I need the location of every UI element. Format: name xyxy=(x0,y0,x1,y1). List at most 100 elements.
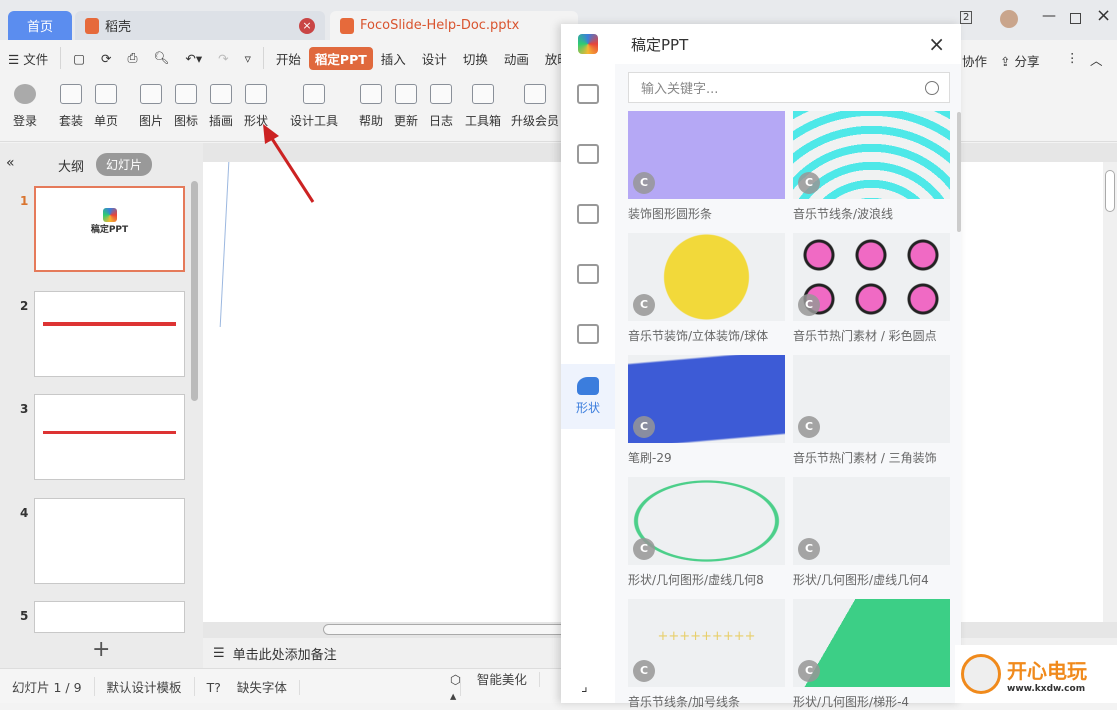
shape-preview[interactable]: C xyxy=(793,477,950,565)
tab-home[interactable]: 首页 xyxy=(8,11,72,40)
shape-label: 音乐节装饰/立体装饰/球体 xyxy=(628,327,785,344)
menu-gaoding[interactable]: 稻定PPT xyxy=(309,47,373,70)
close-panel-icon[interactable]: × xyxy=(928,32,945,56)
shape-card[interactable]: C 装饰图形圆形条 xyxy=(628,111,785,222)
shape-card[interactable]: C音乐节热门素材 / 彩色圆点 xyxy=(793,233,950,344)
shape-preview[interactable]: C xyxy=(628,355,785,443)
illustration-category-icon[interactable] xyxy=(577,324,599,344)
icon-button[interactable]: 图标 xyxy=(168,82,204,129)
shape-card[interactable]: C 形状/几何图形/虚线几何4 xyxy=(793,477,950,588)
image-category-icon[interactable] xyxy=(577,204,599,224)
slide-panel-scrollbar[interactable] xyxy=(191,181,198,401)
tab-outline[interactable]: 大纲 xyxy=(58,156,84,175)
shape-label: 形状/几何图形/虚线几何4 xyxy=(793,571,950,588)
shape-preview[interactable]: +++++++++C xyxy=(628,599,785,687)
scroll-thumb[interactable] xyxy=(1105,170,1115,212)
shape-preview[interactable]: C xyxy=(793,111,950,199)
export-icon[interactable]: ⟳ xyxy=(93,51,119,66)
illustration-button[interactable]: 插画 xyxy=(203,82,239,129)
shape-card[interactable]: C 音乐节装饰/立体装饰/球体 xyxy=(628,233,785,344)
panel-scrollbar[interactable] xyxy=(957,112,961,232)
tab-document[interactable]: FocoSlide-Help-Doc.pptx xyxy=(330,11,578,40)
avatar[interactable] xyxy=(1000,10,1018,28)
shape-card[interactable]: C形状/几何图形/虚线几何8 xyxy=(628,477,785,588)
menu-transition[interactable]: 切换 xyxy=(455,49,496,68)
beautify-button[interactable]: ⬡ 智能美化 ▴ xyxy=(438,669,557,703)
menu-insert[interactable]: 插入 xyxy=(373,49,414,68)
tab-slides[interactable]: 幻灯片 xyxy=(96,153,152,176)
more-icon[interactable]: ▿ xyxy=(237,51,259,66)
slide-thumbnail-2[interactable] xyxy=(34,291,185,377)
tool-label: 日志 xyxy=(429,114,453,128)
print-icon[interactable]: ⎙ xyxy=(120,50,146,66)
slide-number: 5 xyxy=(20,609,28,623)
file-menu[interactable]: ☰ 文件 xyxy=(0,49,56,68)
tool-label: 插画 xyxy=(209,114,233,128)
maximize-icon[interactable] xyxy=(1070,13,1081,24)
update-button[interactable]: 更新 xyxy=(388,82,424,129)
shape-category-icon xyxy=(577,377,599,395)
preview-icon[interactable]: 🔍︎ xyxy=(146,50,178,66)
watermark-brand: 开心电玩 xyxy=(1007,655,1087,684)
more-options-icon[interactable]: ⋮ xyxy=(1066,50,1079,65)
gaoding-logo-icon xyxy=(578,34,598,54)
copyright-badge: C xyxy=(633,660,655,682)
window-count-badge[interactable]: 2 xyxy=(960,11,972,24)
close-tab-icon[interactable]: × xyxy=(299,18,315,34)
shape-label: 装饰图形圆形条 xyxy=(628,205,785,222)
collapse-panel-icon[interactable]: ⌟ xyxy=(581,679,588,695)
shape-card[interactable]: C形状/几何图形/梯形-4 xyxy=(793,599,950,710)
slide-thumbnail-1[interactable]: 稿定PPT xyxy=(34,186,185,272)
menu-animation[interactable]: 动画 xyxy=(496,49,537,68)
layout-category-icon[interactable] xyxy=(577,144,599,164)
shape-preview[interactable]: C xyxy=(793,355,950,443)
picture-button[interactable]: 图片 xyxy=(133,82,169,129)
log-button[interactable]: 日志 xyxy=(423,82,459,129)
template-name[interactable]: 默认设计模板 xyxy=(95,677,195,696)
shape-preview[interactable]: C xyxy=(628,111,785,199)
shape-preview[interactable]: C xyxy=(628,233,785,321)
single-page-button[interactable]: 单页 xyxy=(88,82,124,129)
tool-label: 图片 xyxy=(139,114,163,128)
slide-thumbnail-3[interactable] xyxy=(34,394,185,480)
shape-card[interactable]: +++++++++C音乐节线条/加号线条 xyxy=(628,599,785,710)
share-button[interactable]: ⇪ 分享 xyxy=(1000,51,1039,70)
red-arrow-annotation xyxy=(255,120,325,210)
collapse-ribbon-icon[interactable]: ︿ xyxy=(1090,50,1103,69)
panel-search-input[interactable]: 输入关键字... xyxy=(628,72,950,103)
minimize-icon[interactable]: — xyxy=(1042,8,1056,24)
save-icon[interactable]: ▢ xyxy=(65,51,93,66)
slide-panel: « 大纲 幻灯片 1 稿定PPT 2 3 4 5 + xyxy=(0,143,203,668)
missing-font-button[interactable]: T? 缺失字体 xyxy=(195,677,461,696)
vertical-scrollbar[interactable] xyxy=(1103,162,1117,622)
add-slide-button[interactable]: + xyxy=(92,637,110,662)
upgrade-button[interactable]: 升级会员 xyxy=(508,82,562,129)
shape-preview[interactable]: C xyxy=(793,233,950,321)
toolbox-button[interactable]: 工具箱 xyxy=(462,82,504,129)
menu-start[interactable]: 开始 xyxy=(268,49,309,68)
tab-daoke[interactable]: 稻壳× xyxy=(75,11,325,40)
collapse-panel-icon[interactable]: « xyxy=(6,155,15,171)
close-window-icon[interactable]: × xyxy=(1096,5,1111,26)
menu-design[interactable]: 设计 xyxy=(414,49,455,68)
shape-preview[interactable]: C xyxy=(793,599,950,687)
help-button[interactable]: 帮助 xyxy=(353,82,389,129)
suite-button[interactable]: 套装 xyxy=(53,82,89,129)
slide-thumbnail-4[interactable] xyxy=(34,498,185,584)
login-button[interactable]: 登录 xyxy=(7,82,43,129)
undo-icon[interactable]: ↶▾ xyxy=(177,51,210,66)
shape-card[interactable]: C音乐节线条/波浪线 xyxy=(793,111,950,222)
icon-category-icon[interactable] xyxy=(577,264,599,284)
collab-button[interactable]: 协作 xyxy=(962,51,987,70)
copyright-badge: C xyxy=(633,172,655,194)
slide-thumbnail-5[interactable] xyxy=(34,601,185,633)
redo-icon[interactable]: ↷ xyxy=(210,51,236,66)
shape-preview[interactable]: C xyxy=(628,477,785,565)
shape-card[interactable]: C笔刷-29 xyxy=(628,355,785,466)
divider xyxy=(60,47,61,69)
shape-card[interactable]: C音乐节热门素材 / 三角装饰 xyxy=(793,355,950,466)
search-icon[interactable] xyxy=(925,81,939,95)
template-category-icon[interactable] xyxy=(577,84,599,104)
tool-label: 更新 xyxy=(394,114,418,128)
shape-category-tab[interactable]: 形状 xyxy=(561,364,615,429)
